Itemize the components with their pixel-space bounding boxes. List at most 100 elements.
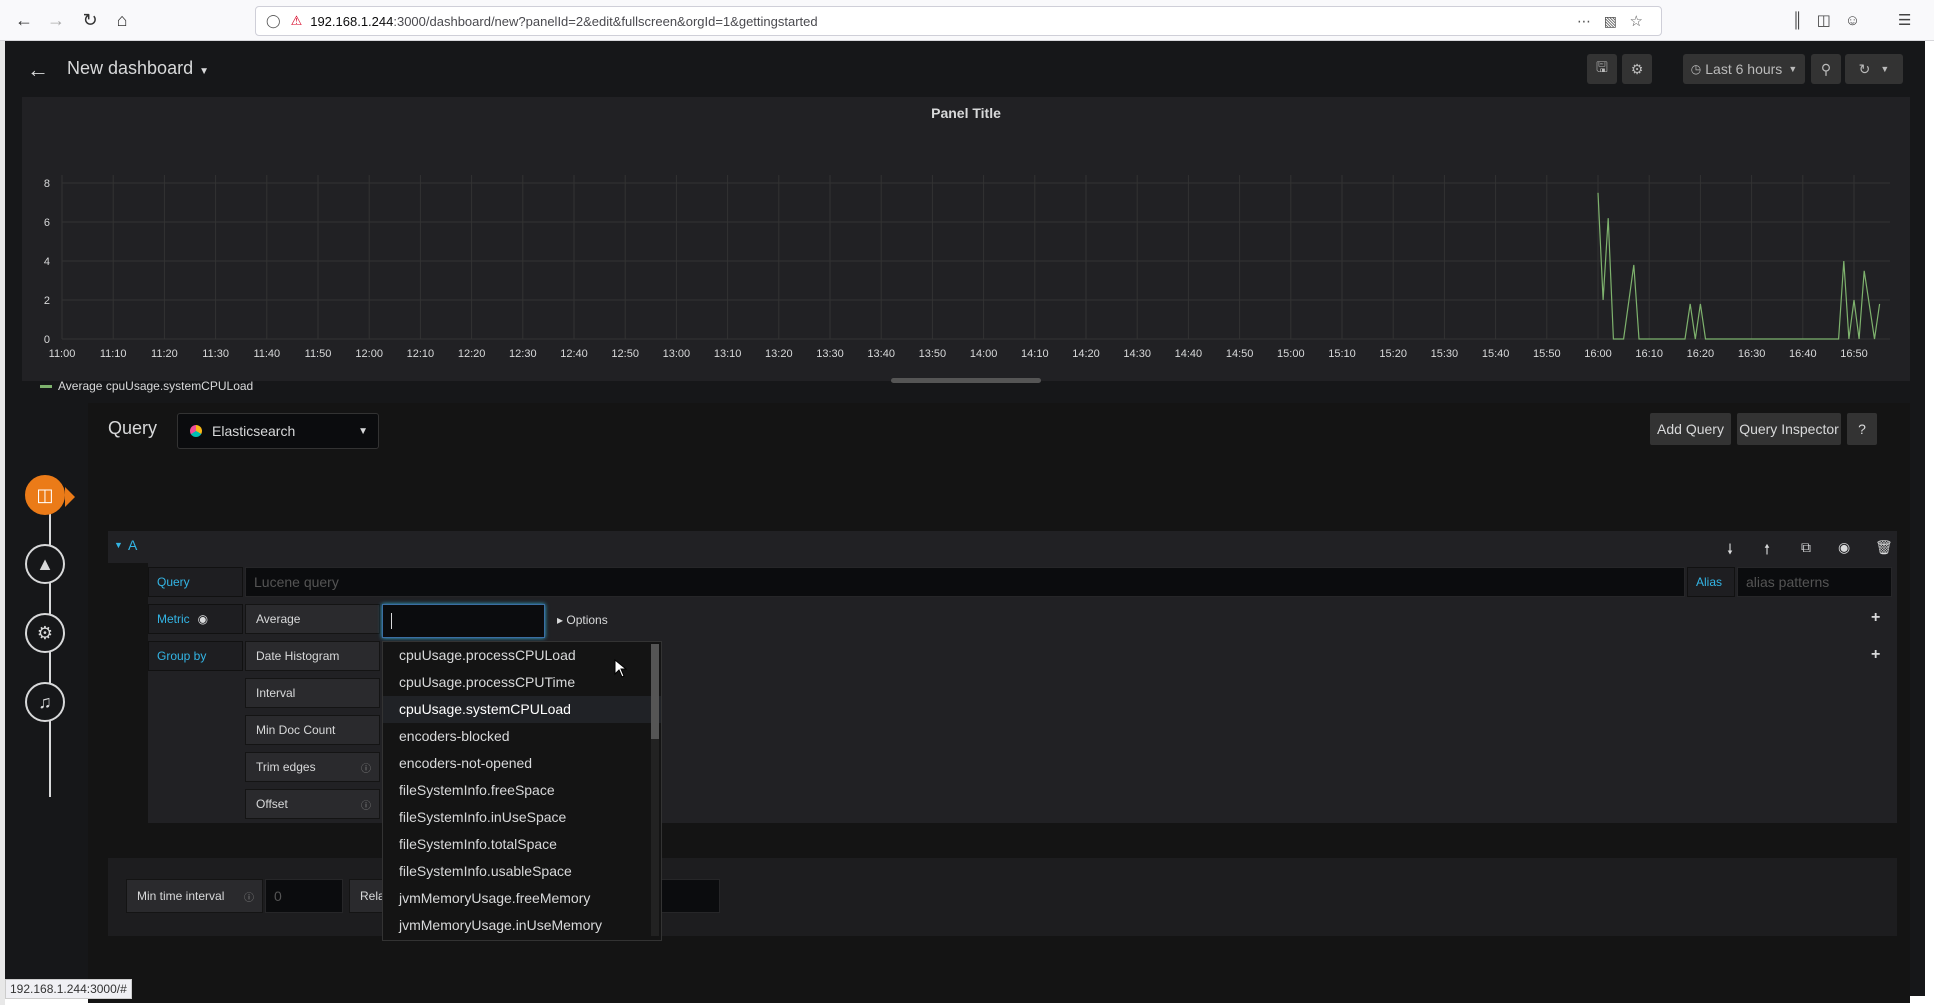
account-icon[interactable]: ☺ xyxy=(1845,12,1860,29)
clock-icon: ◷ xyxy=(1690,62,1702,76)
x-tick-label: 15:00 xyxy=(1277,348,1305,360)
x-tick-label: 11:10 xyxy=(100,348,127,360)
forward-icon[interactable]: → xyxy=(42,6,70,34)
status-bar-url: 192.168.1.244:3000/# xyxy=(5,979,132,999)
bookmark-star-icon[interactable]: ☆ xyxy=(1630,12,1643,30)
field-option[interactable]: fileSystemInfo.inUseSpace xyxy=(383,804,661,831)
metric-field-input[interactable] xyxy=(382,604,545,638)
x-tick-label: 13:00 xyxy=(663,348,691,360)
library-icon[interactable]: ║ xyxy=(1792,12,1803,29)
legend-swatch xyxy=(40,384,52,388)
query-row-header[interactable]: ▼ A 🠗 🠕 ⧉ ◉ 🗑 xyxy=(108,531,1897,563)
field-option[interactable]: fileSystemInfo.totalSpace xyxy=(383,831,661,858)
x-tick-label: 14:40 xyxy=(1175,348,1203,360)
datasource-select[interactable]: Elasticsearch ▼ xyxy=(177,413,379,449)
x-tick-label: 14:10 xyxy=(1021,348,1049,360)
zoom-out-icon[interactable]: ⚲ xyxy=(1811,54,1841,84)
field-dropdown: cpuUsage.processCPULoad cpuUsage.processC… xyxy=(382,641,662,941)
info-icon: ⓘ xyxy=(244,892,254,904)
min-time-interval-input[interactable]: 0 xyxy=(265,879,343,913)
y-tick-label: 0 xyxy=(44,334,50,346)
url-text: 192.168.1.244:3000/dashboard/new?panelId… xyxy=(310,13,818,29)
x-tick-label: 12:40 xyxy=(560,348,588,360)
y-tick-label: 6 xyxy=(44,217,50,229)
x-tick-label: 11:40 xyxy=(253,348,280,360)
duplicate-icon[interactable]: ⧉ xyxy=(1801,539,1811,556)
back-icon[interactable]: ← xyxy=(10,6,38,34)
grafana-app: ← New dashboard ▼ 🖫 ⚙ ◷ Last 6 hours ▼ ⚲ … xyxy=(5,41,1925,1003)
menu-icon[interactable]: ☰ xyxy=(1898,6,1911,34)
general-settings-tab-icon[interactable]: ⚙ xyxy=(25,613,65,653)
dashboard-title[interactable]: New dashboard ▼ xyxy=(67,58,209,79)
move-down-icon[interactable]: 🠗 xyxy=(1727,539,1733,563)
field-option[interactable]: fileSystemInfo.usableSpace xyxy=(383,858,661,885)
collapse-icon[interactable]: ▼ xyxy=(114,540,123,550)
x-tick-label: 12:00 xyxy=(355,348,383,360)
save-icon[interactable]: 🖫 xyxy=(1587,54,1617,84)
reload-icon[interactable]: ↻ xyxy=(76,6,104,34)
alert-tab-icon[interactable]: ♫ xyxy=(25,682,65,722)
more-actions-icon[interactable]: ⋯ xyxy=(1577,13,1591,30)
queries-tab-icon[interactable]: ◫ xyxy=(25,475,65,515)
active-tab-pointer xyxy=(65,487,75,507)
x-tick-label: 12:10 xyxy=(407,348,435,360)
help-button[interactable]: ? xyxy=(1847,413,1877,445)
panel-resize-handle[interactable] xyxy=(891,378,1041,383)
query-inspector-button[interactable]: Query Inspector xyxy=(1737,413,1841,445)
alias-input[interactable]: alias patterns xyxy=(1737,567,1892,597)
y-tick-label: 4 xyxy=(44,256,50,268)
sidebar-icon[interactable]: ◫ xyxy=(1817,11,1831,29)
x-tick-label: 16:40 xyxy=(1789,348,1817,360)
interval-label: Interval xyxy=(245,678,380,708)
field-option[interactable]: encoders-not-opened xyxy=(383,750,661,777)
x-tick-label: 16:00 xyxy=(1584,348,1612,360)
query-section-label: Query xyxy=(108,418,158,438)
add-group-by-icon[interactable]: + xyxy=(1871,646,1880,664)
dropdown-scrollbar[interactable] xyxy=(651,644,659,936)
options-toggle[interactable]: ▸ Options xyxy=(557,613,608,627)
field-option[interactable]: encoders-blocked xyxy=(383,723,661,750)
field-option[interactable]: fileSystemInfo.freeSpace xyxy=(383,777,661,804)
field-option[interactable]: cpuUsage.systemCPULoad xyxy=(383,696,661,723)
lucene-query-input[interactable]: Lucene query xyxy=(245,567,1685,597)
mouse-cursor-icon xyxy=(614,659,628,678)
trash-icon[interactable]: 🗑 xyxy=(1875,539,1893,556)
x-tick-label: 15:40 xyxy=(1482,348,1510,360)
group-by-label: Group by xyxy=(148,641,243,671)
add-query-button[interactable]: Add Query xyxy=(1650,413,1731,445)
add-metric-icon[interactable]: + xyxy=(1871,609,1880,627)
x-tick-label: 13:30 xyxy=(816,348,844,360)
back-arrow-icon[interactable]: ← xyxy=(27,57,49,83)
datasource-name: Elasticsearch xyxy=(212,423,296,439)
time-range-label: Last 6 hours xyxy=(1705,61,1783,77)
pocket-icon[interactable]: ▧ xyxy=(1604,13,1617,30)
gear-icon[interactable]: ⚙ xyxy=(1622,54,1652,84)
browser-toolbar: ← → ↻ ⌂ ◯ ⚠ 192.168.1.244:3000/dashboard… xyxy=(0,0,1934,41)
refresh-button[interactable]: ↻ ▼ xyxy=(1845,54,1903,84)
x-tick-label: 14:50 xyxy=(1226,348,1254,360)
min-doc-count-label: Min Doc Count xyxy=(245,715,380,745)
series-line xyxy=(1597,192,1881,340)
x-tick-label: 15:10 xyxy=(1328,348,1356,360)
group-by-type-select[interactable]: Date Histogram xyxy=(245,641,380,671)
elasticsearch-icon xyxy=(190,425,202,437)
time-range-picker[interactable]: ◷ Last 6 hours ▼ xyxy=(1683,54,1805,84)
eye-icon[interactable]: ◉ xyxy=(198,612,208,626)
trim-edges-label: Trim edges ⓘ xyxy=(245,752,380,782)
address-bar[interactable]: ◯ ⚠ 192.168.1.244:3000/dashboard/new?pan… xyxy=(255,6,1662,36)
eye-icon[interactable]: ◉ xyxy=(1838,539,1850,556)
chevron-down-icon: ▼ xyxy=(1788,64,1798,74)
field-option[interactable]: jvmMemoryUsage.inUseMemory xyxy=(383,912,661,939)
move-up-icon[interactable]: 🠕 xyxy=(1764,539,1770,563)
visualization-tab-icon[interactable]: ▲ xyxy=(25,544,65,584)
metric-type-select[interactable]: Average xyxy=(245,604,380,634)
legend-item[interactable]: Average cpuUsage.systemCPULoad xyxy=(40,379,253,393)
graph-panel: Panel Title 0 2 4 6 8 11:00 11:10 11:20 11:30 11:… xyxy=(22,97,1910,393)
y-tick-label: 2 xyxy=(44,295,50,307)
x-tick-label: 16:50 xyxy=(1840,348,1868,360)
x-tick-label: 14:00 xyxy=(970,348,998,360)
field-option[interactable]: jvmMemoryUsage.freeMemory xyxy=(383,885,661,912)
metric-label: Metric ◉ xyxy=(148,604,243,634)
legend-label: Average cpuUsage.systemCPULoad xyxy=(58,379,254,393)
home-icon[interactable]: ⌂ xyxy=(108,6,136,34)
